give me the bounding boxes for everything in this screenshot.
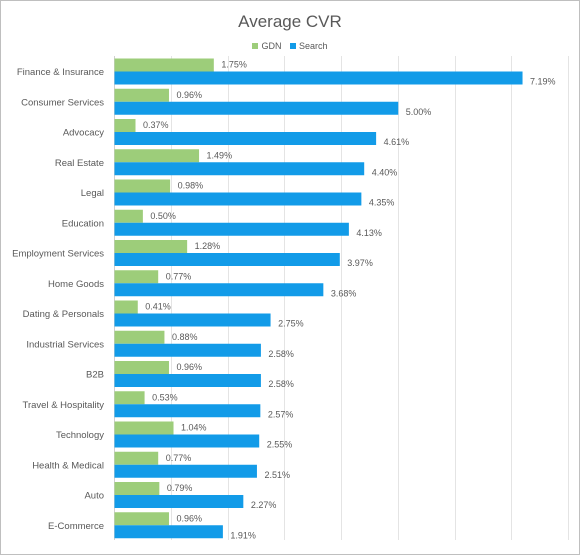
bar-gdn [114, 482, 160, 495]
data-label-gdn: 1.28% [195, 241, 221, 251]
category-label: Finance & Insurance [17, 67, 104, 78]
bar-gdn [114, 179, 171, 193]
data-label-gdn: 0.50% [150, 211, 176, 221]
category-label: Health & Medical [32, 460, 104, 471]
category-label: Legal [81, 188, 104, 199]
category-label: Real Estate [55, 158, 104, 169]
bar-gdn [114, 58, 214, 72]
data-label-search: 2.75% [278, 319, 304, 329]
bar-gdn [114, 209, 143, 223]
data-label-gdn: 0.53% [152, 392, 178, 402]
category-label: E-Commerce [48, 521, 104, 532]
plot-area: Finance & Insurance 1.75% 7.19% Consumer Se… [12, 56, 569, 540]
category-label: Auto [84, 491, 104, 502]
category-label: Advocacy [63, 128, 104, 139]
data-label-gdn: 0.79% [167, 483, 193, 493]
bar-search [114, 132, 377, 145]
data-label-search: 2.58% [268, 379, 294, 389]
data-label-search: 4.35% [369, 198, 395, 208]
bar-gdn [114, 300, 138, 314]
bar-gdn [114, 391, 145, 405]
data-label-search: 1.91% [230, 530, 256, 540]
bar-search [114, 192, 362, 206]
data-label-gdn: 0.98% [178, 181, 204, 191]
data-label-search: 4.40% [372, 167, 398, 177]
data-label-gdn: 1.75% [221, 60, 247, 70]
bar-gdn [114, 149, 200, 163]
data-label-search: 2.55% [267, 440, 293, 450]
bar-gdn [114, 330, 165, 344]
bar-search [114, 222, 349, 236]
data-label-search: 4.13% [356, 228, 382, 238]
bar-search [114, 495, 244, 508]
data-label-search: 3.97% [347, 258, 373, 268]
data-label-gdn: 0.88% [172, 332, 198, 342]
data-label-gdn: 1.49% [207, 150, 233, 160]
bar-gdn [114, 451, 159, 465]
data-label-search: 2.51% [264, 470, 290, 480]
category-label: Dating & Personals [23, 309, 105, 320]
bar-search [114, 71, 523, 85]
bar-search [114, 404, 261, 418]
bar-search [114, 343, 261, 357]
bar-search [114, 313, 271, 327]
data-label-search: 4.61% [384, 137, 410, 147]
data-label-gdn: 1.04% [181, 423, 207, 433]
data-label-search: 5.00% [406, 107, 432, 117]
data-label-gdn: 0.96% [176, 362, 202, 372]
data-label-gdn: 0.96% [176, 90, 202, 100]
data-label-search: 7.19% [530, 77, 556, 87]
bar-search [114, 253, 340, 266]
data-label-search: 2.58% [268, 349, 294, 359]
bar-gdn [114, 421, 174, 435]
category-label: Employment Services [12, 249, 104, 260]
data-label-gdn: 0.41% [145, 302, 171, 312]
bar-gdn [114, 270, 159, 284]
bar-gdn [114, 512, 169, 526]
bar-search [114, 374, 261, 387]
bar-gdn [114, 119, 136, 132]
bar-search [114, 434, 260, 448]
category-label: Industrial Services [26, 339, 104, 350]
bar-search [114, 162, 365, 176]
category-label: Consumer Services [21, 97, 104, 108]
bar-search [114, 464, 257, 478]
category-label: B2B [86, 370, 104, 381]
data-label-search: 3.68% [331, 288, 357, 298]
category-label: Education [62, 218, 104, 229]
data-label-gdn: 0.96% [176, 513, 202, 523]
data-label-gdn: 0.77% [166, 453, 192, 463]
data-label-gdn: 0.37% [143, 120, 169, 130]
bar-search [114, 283, 324, 297]
category-label: Home Goods [48, 279, 104, 290]
bar-search [114, 101, 399, 115]
bar-search [114, 525, 223, 539]
data-label-gdn: 0.77% [166, 271, 192, 281]
data-label-search: 2.27% [251, 500, 277, 510]
bar-gdn [114, 240, 188, 253]
bar-gdn [114, 361, 169, 374]
category-label: Travel & Hospitality [23, 400, 105, 411]
bar-gdn [114, 88, 169, 102]
category-label: Technology [56, 430, 104, 441]
data-label-search: 2.57% [268, 409, 294, 419]
